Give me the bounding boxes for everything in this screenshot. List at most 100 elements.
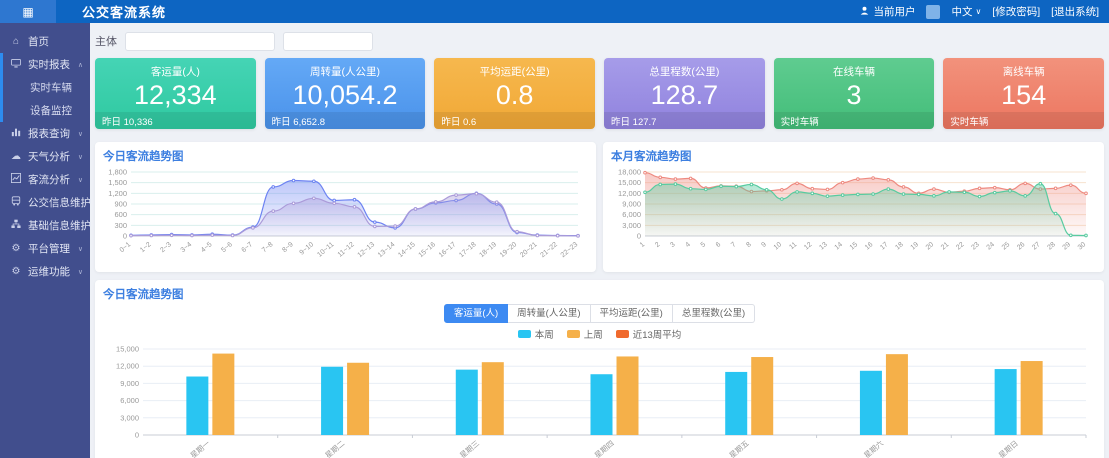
svg-text:21~22: 21~22 (539, 241, 559, 259)
sidebar-item-flow-analysis[interactable]: 客流分析 ∨ (0, 168, 90, 191)
svg-text:17: 17 (879, 241, 890, 251)
today-flow-chart-card: 今日客流趋势图 03006009001,2001,5001,8000~11~22… (95, 142, 596, 272)
svg-text:4~5: 4~5 (200, 241, 214, 254)
svg-text:300: 300 (114, 221, 127, 230)
weekly-compare-bar-chart[interactable]: 03,0006,0009,00012,00015,000星期一星期二星期三星期四… (103, 343, 1096, 458)
user-icon (860, 6, 869, 18)
svg-text:7~8: 7~8 (261, 241, 275, 254)
svg-text:12,000: 12,000 (618, 189, 641, 198)
svg-text:21: 21 (940, 241, 951, 251)
svg-text:2: 2 (654, 241, 662, 249)
main-content: 主体 客运量(人) 12,334 昨日 10,336 周转量(人公里) 10,0… (90, 23, 1109, 458)
sidebar-item-device-monitor[interactable]: 设备监控 (3, 99, 90, 122)
language-label: 中文 (951, 4, 972, 19)
svg-text:13: 13 (818, 241, 829, 251)
avatar[interactable] (926, 5, 940, 19)
home-icon: ⌂ (10, 36, 22, 47)
svg-text:0~1: 0~1 (119, 241, 133, 254)
chevron-down-icon: ∨ (975, 7, 981, 16)
sidebar-item-realtime-reports[interactable]: 实时报表 ∧ (3, 53, 90, 76)
monitor-icon (10, 59, 22, 71)
svg-text:29: 29 (1062, 241, 1073, 251)
legend-swatch (518, 330, 531, 338)
svg-text:18~19: 18~19 (478, 241, 498, 259)
sidebar-item-report-query[interactable]: 报表查询 ∨ (0, 122, 90, 145)
svg-text:星期六: 星期六 (862, 438, 886, 458)
month-flow-line-chart[interactable]: 03,0006,0009,00012,00015,00018,000123456… (611, 166, 1096, 263)
metric-button-passenger-volume[interactable]: 客运量(人) (444, 304, 508, 323)
svg-text:1,800: 1,800 (108, 168, 127, 177)
gear-icon: ⚙ (10, 243, 22, 254)
kpi-cards: 客运量(人) 12,334 昨日 10,336 周转量(人公里) 10,054.… (95, 58, 1104, 129)
svg-text:3,000: 3,000 (120, 414, 139, 423)
chart-title: 今日客流趋势图 (103, 148, 588, 164)
svg-text:6~7: 6~7 (241, 241, 255, 254)
metric-button-avg-distance[interactable]: 平均运距(公里) (591, 304, 673, 323)
sidebar-item-base-info-maintenance[interactable]: 基础信息维护 ∨ (0, 214, 90, 237)
language-selector[interactable]: 中文 ∨ (951, 4, 981, 19)
svg-text:10~11: 10~11 (316, 241, 335, 259)
metric-button-turnover[interactable]: 周转量(人公里) (508, 304, 590, 323)
legend-swatch (567, 330, 580, 338)
chevron-down-icon: ∨ (78, 176, 90, 184)
sidebar-item-platform-management[interactable]: ⚙ 平台管理 ∨ (0, 237, 90, 260)
weekly-compare-chart-card: 今日客流趋势图 客运量(人) 周转量(人公里) 平均运距(公里) 总里程数(公里… (95, 280, 1104, 458)
chart-legend: 本周 上周 近13周平均 (103, 327, 1096, 341)
svg-text:19: 19 (910, 241, 921, 251)
sidebar-item-realtime-vehicles[interactable]: 实时车辆 (3, 76, 90, 99)
logout-link[interactable]: [退出系统] (1051, 4, 1099, 19)
subject-label: 主体 (95, 33, 117, 49)
svg-text:9,000: 9,000 (622, 200, 641, 209)
svg-text:16~17: 16~17 (438, 241, 458, 259)
today-flow-line-chart[interactable]: 03006009001,2001,5001,8000~11~22~33~44~5… (103, 166, 588, 263)
svg-text:16: 16 (864, 241, 875, 251)
svg-text:星期五: 星期五 (727, 439, 750, 458)
menu-toggle-button[interactable]: ▦ (0, 0, 56, 23)
chevron-up-icon: ∧ (78, 61, 90, 69)
svg-text:星期二: 星期二 (323, 439, 346, 458)
svg-text:0: 0 (123, 232, 127, 241)
change-password-link[interactable]: [修改密码] (992, 4, 1040, 19)
svg-text:19~20: 19~20 (499, 241, 519, 259)
sidebar-item-weather-analysis[interactable]: ☁ 天气分析 ∨ (0, 145, 90, 168)
svg-text:9: 9 (760, 241, 768, 249)
charts-row: 今日客流趋势图 03006009001,2001,5001,8000~11~22… (95, 142, 1104, 272)
svg-text:28: 28 (1046, 241, 1057, 251)
svg-text:14~15: 14~15 (397, 241, 417, 259)
month-flow-chart-card: 本月客流趋势图 03,0006,0009,00012,00015,00018,0… (603, 142, 1104, 272)
subject-input[interactable] (125, 32, 275, 51)
svg-text:17~18: 17~18 (458, 241, 478, 259)
legend-item-this-week[interactable]: 本周 (518, 327, 554, 341)
bar-chart-icon (10, 127, 22, 140)
svg-text:0: 0 (135, 431, 139, 440)
svg-text:25: 25 (1001, 241, 1012, 251)
svg-text:22: 22 (955, 241, 966, 251)
sitemap-icon (10, 219, 22, 232)
svg-text:星期一: 星期一 (189, 439, 212, 458)
current-user[interactable]: 当前用户 (860, 4, 915, 19)
chevron-down-icon: ∨ (78, 130, 90, 138)
legend-item-last-week[interactable]: 上周 (567, 327, 603, 341)
sidebar-group-realtime: 实时报表 ∧ 实时车辆 设备监控 (0, 53, 90, 122)
svg-text:20: 20 (925, 241, 936, 251)
svg-text:18,000: 18,000 (618, 168, 641, 177)
svg-text:6,000: 6,000 (622, 210, 641, 219)
secondary-input[interactable] (283, 32, 373, 51)
kpi-card-passenger-volume: 客运量(人) 12,334 昨日 10,336 (95, 58, 256, 129)
svg-text:11~12: 11~12 (337, 241, 356, 259)
sidebar-item-ops-functions[interactable]: ⚙ 运维功能 ∨ (0, 260, 90, 283)
legend-item-13wk-average[interactable]: 近13周平均 (616, 327, 682, 341)
grid-menu-icon: ▦ (22, 5, 33, 19)
svg-text:900: 900 (114, 200, 127, 209)
kpi-card-online-vehicles: 在线车辆 3 实时车辆 (774, 58, 935, 129)
svg-text:12~13: 12~13 (357, 241, 377, 259)
sidebar-item-home[interactable]: ⌂ 首页 (0, 30, 90, 53)
sidebar: ⌂ 首页 实时报表 ∧ 实时车辆 设备监控 (0, 23, 90, 458)
svg-text:11: 11 (788, 241, 798, 251)
svg-text:1~2: 1~2 (139, 241, 153, 254)
svg-text:3: 3 (669, 241, 677, 249)
metric-button-total-mileage[interactable]: 总里程数(公里) (673, 304, 755, 323)
sidebar-item-bus-info-maintenance[interactable]: 公交信息维护 ∨ (0, 191, 90, 214)
metric-button-group: 客运量(人) 周转量(人公里) 平均运距(公里) 总里程数(公里) (103, 304, 1096, 323)
svg-text:5~6: 5~6 (220, 241, 234, 254)
